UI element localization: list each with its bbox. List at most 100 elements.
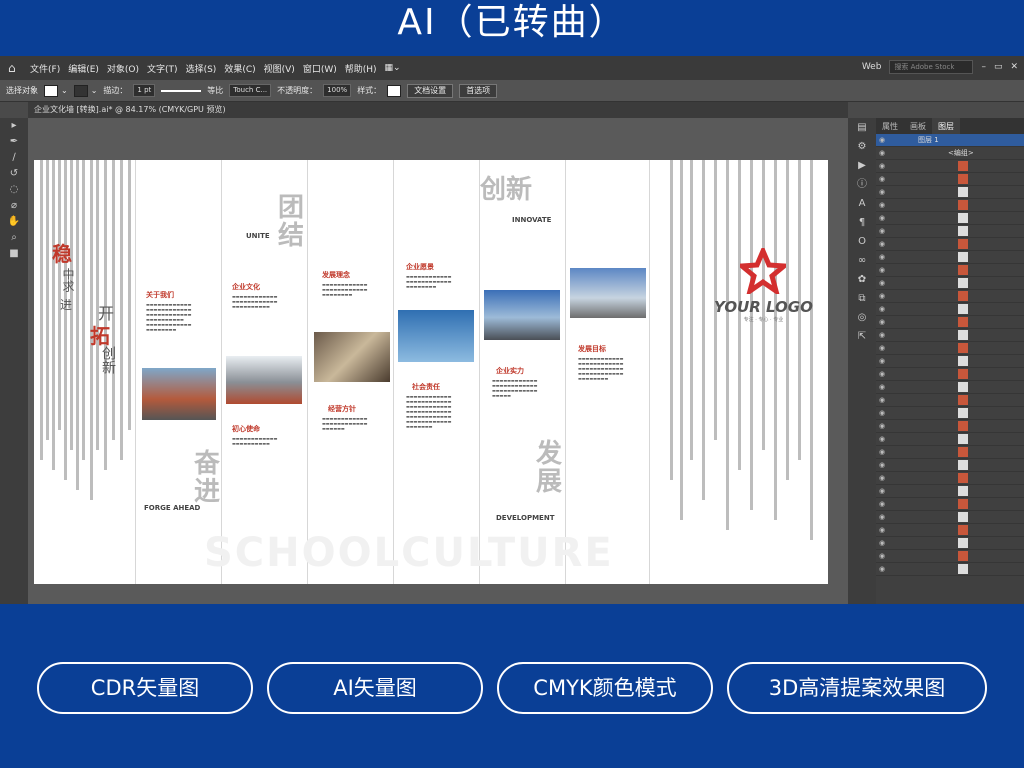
layer-row[interactable]: ◉ <box>876 316 1024 329</box>
window-close-icon[interactable]: ✕ <box>1010 62 1018 72</box>
menu-type[interactable]: 文字(T) <box>147 62 178 75</box>
libraries-icon[interactable]: ▤ <box>848 118 876 137</box>
layer-row[interactable]: ◉ <box>876 433 1024 446</box>
layer-row[interactable]: ◉ <box>876 381 1024 394</box>
layer-row[interactable]: ◉ <box>876 407 1024 420</box>
eye-icon[interactable]: ◉ <box>876 240 888 248</box>
layer-row[interactable]: ◉ <box>876 394 1024 407</box>
layer-row[interactable]: ◉ <box>876 472 1024 485</box>
window-minimize-icon[interactable]: – <box>981 62 986 72</box>
eye-icon[interactable]: ◉ <box>876 227 888 235</box>
eye-icon[interactable]: ◉ <box>876 175 888 183</box>
eye-icon[interactable]: ◉ <box>876 370 888 378</box>
zoom-tool-icon[interactable]: ⌕ <box>0 230 28 246</box>
fill-swatch[interactable] <box>44 84 58 97</box>
group-row[interactable]: ◉ <编组> <box>876 147 1024 160</box>
eye-icon[interactable]: ◉ <box>876 448 888 456</box>
eye-icon[interactable]: ◉ <box>876 305 888 313</box>
menu-edit[interactable]: 编辑(E) <box>68 62 99 75</box>
layer-row[interactable]: ◉ <box>876 199 1024 212</box>
eye-icon[interactable]: ◉ <box>876 474 888 482</box>
eye-icon[interactable]: ◉ <box>876 266 888 274</box>
eye-icon[interactable]: ◉ <box>876 565 888 573</box>
layer-row[interactable]: ◉ <box>876 550 1024 563</box>
eye-icon[interactable]: ◉ <box>876 344 888 352</box>
layer-row[interactable]: ◉ <box>876 303 1024 316</box>
layer-row[interactable]: ◉ <box>876 160 1024 173</box>
rotate-tool-icon[interactable]: ↺ <box>0 166 28 182</box>
tab-layers[interactable]: 图层 <box>932 118 960 134</box>
menu-view[interactable]: 视图(V) <box>264 62 295 75</box>
eye-icon[interactable]: ◉ <box>876 253 888 261</box>
layer-row[interactable]: ◉ <box>876 277 1024 290</box>
menu-select[interactable]: 选择(S) <box>186 62 217 75</box>
layer-row[interactable]: ◉ <box>876 186 1024 199</box>
eye-icon[interactable]: ◉ <box>876 409 888 417</box>
links-icon[interactable]: ∞ <box>848 251 876 270</box>
fill-stroke-icon[interactable]: ■ <box>0 246 28 262</box>
layer-row[interactable]: ◉ <box>876 173 1024 186</box>
menu-file[interactable]: 文件(F) <box>30 62 60 75</box>
warp-tool-icon[interactable]: ◌ <box>0 182 28 198</box>
appearance-icon[interactable]: ◎ <box>848 308 876 327</box>
layer-row[interactable]: ◉ <box>876 251 1024 264</box>
stroke-swatch[interactable] <box>73 84 88 97</box>
home-icon[interactable]: ⌂ <box>8 61 22 75</box>
preferences-button[interactable]: 首选项 <box>459 83 498 98</box>
eye-icon[interactable]: ◉ <box>876 461 888 469</box>
workspace-switcher[interactable]: Web <box>862 62 882 72</box>
selection-tool-icon[interactable]: ▸ <box>0 118 28 134</box>
layer-row[interactable]: ◉ <box>876 238 1024 251</box>
layer-row[interactable]: ◉ <box>876 446 1024 459</box>
eye-icon[interactable]: ◉ <box>876 292 888 300</box>
export-icon[interactable]: ⇱ <box>848 327 876 346</box>
properties-icon[interactable]: ⚙ <box>848 137 876 156</box>
tab-artboards[interactable]: 画板 <box>904 118 932 134</box>
layer-row[interactable]: ◉ <box>876 459 1024 472</box>
layer-row[interactable]: ◉ 图层 1 <box>876 134 1024 147</box>
opacity-input[interactable]: 100% <box>323 84 352 97</box>
eye-icon[interactable]: ◉ <box>876 188 888 196</box>
eye-icon[interactable]: ◉ <box>876 422 888 430</box>
brush-select[interactable]: Touch C... <box>229 84 272 97</box>
eye-icon[interactable]: ◉ <box>876 357 888 365</box>
hand-tool-icon[interactable]: ✋ <box>0 214 28 230</box>
artboard[interactable]: 稳 中求 进 开 拓 创新 关于我们 ▬▬▬▬▬▬▬▬▬▬▬▬ ▬▬▬▬▬▬▬▬▬… <box>34 160 828 584</box>
eye-icon[interactable]: ◉ <box>876 136 888 144</box>
eye-icon[interactable]: ◉ <box>876 513 888 521</box>
layer-row[interactable]: ◉ <box>876 537 1024 550</box>
stroke-weight-input[interactable]: 1 pt <box>133 84 156 97</box>
play-icon[interactable]: ▶ <box>848 156 876 175</box>
symbols-icon[interactable]: ✿ <box>848 270 876 289</box>
eye-icon[interactable]: ◉ <box>876 396 888 404</box>
document-tab[interactable]: 企业文化墙 [转换].ai* @ 84.17% (CMYK/GPU 预览) <box>28 102 848 118</box>
menu-window[interactable]: 窗口(W) <box>303 62 337 75</box>
layer-row[interactable]: ◉ <box>876 290 1024 303</box>
eyedropper-tool-icon[interactable]: ⌀ <box>0 198 28 214</box>
eye-icon[interactable]: ◉ <box>876 552 888 560</box>
opentype-icon[interactable]: O <box>848 232 876 251</box>
layer-row[interactable]: ◉ <box>876 355 1024 368</box>
eye-icon[interactable]: ◉ <box>876 526 888 534</box>
menu-object[interactable]: 对象(O) <box>107 62 139 75</box>
eye-icon[interactable]: ◉ <box>876 162 888 170</box>
layer-row[interactable]: ◉ <box>876 368 1024 381</box>
eye-icon[interactable]: ◉ <box>876 331 888 339</box>
brush-tool-icon[interactable]: ∕ <box>0 150 28 166</box>
layer-row[interactable]: ◉ <box>876 420 1024 433</box>
eye-icon[interactable]: ◉ <box>876 279 888 287</box>
layer-row[interactable]: ◉ <box>876 342 1024 355</box>
layer-row[interactable]: ◉ <box>876 329 1024 342</box>
menu-effect[interactable]: 效果(C) <box>224 62 255 75</box>
layer-row[interactable]: ◉ <box>876 212 1024 225</box>
eye-icon[interactable]: ◉ <box>876 435 888 443</box>
canvas[interactable]: 稳 中求 进 开 拓 创新 关于我们 ▬▬▬▬▬▬▬▬▬▬▬▬ ▬▬▬▬▬▬▬▬▬… <box>28 118 848 604</box>
layer-row[interactable]: ◉ <box>876 511 1024 524</box>
eye-icon[interactable]: ◉ <box>876 214 888 222</box>
layer-row[interactable]: ◉ <box>876 225 1024 238</box>
layer-row[interactable]: ◉ <box>876 485 1024 498</box>
stock-search-input[interactable]: 搜索 Adobe Stock <box>889 60 974 74</box>
arrange-icon[interactable]: ▦⌄ <box>385 63 401 73</box>
eye-icon[interactable]: ◉ <box>876 487 888 495</box>
eye-icon[interactable]: ◉ <box>876 318 888 326</box>
